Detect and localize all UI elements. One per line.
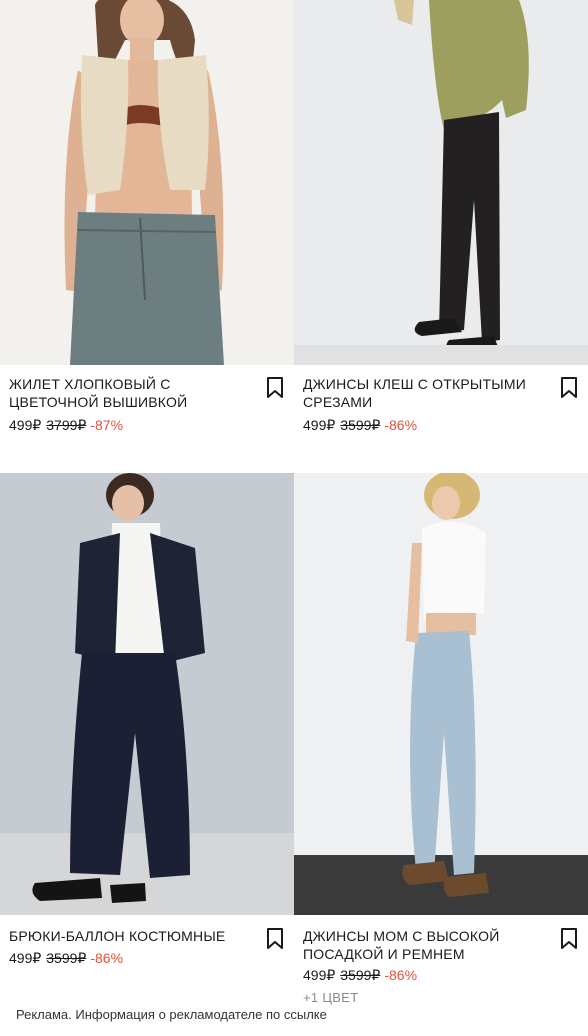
product-card-vest[interactable]: ЖИЛЕТ ХЛОПКОВЫЙ С ЦВЕТОЧНОЙ ВЫШИВКОЙ 499… (0, 0, 294, 470)
old-price: 3799₽ (46, 417, 87, 433)
price-row: 499₽ 3599₽ -86% (303, 966, 417, 984)
product-title[interactable]: ДЖИНСЫ МОМ С ВЫСОКОЙ ПОСАДКОЙ И РЕМНЕМ (303, 927, 553, 963)
product-title[interactable]: ДЖИНСЫ КЛЕШ С ОТКРЫТЫМИ СРЕЗАМИ (303, 375, 553, 411)
product-image-mom-jeans[interactable] (294, 473, 588, 915)
product-title[interactable]: ЖИЛЕТ ХЛОПКОВЫЙ С ЦВЕТОЧНОЙ ВЫШИВКОЙ (9, 375, 259, 411)
product-image-balloon-trousers[interactable] (0, 473, 294, 915)
current-price: 499₽ (9, 950, 42, 966)
product-image-vest[interactable] (0, 0, 294, 365)
old-price: 3599₽ (46, 950, 87, 966)
discount-badge: -87% (90, 417, 124, 433)
discount-badge: -86% (90, 950, 124, 966)
ad-disclosure-link[interactable]: Реклама. Информация о рекламодателе по с… (16, 1007, 327, 1022)
more-colors-label[interactable]: +1 ЦВЕТ (303, 990, 358, 1005)
product-photo-flare-jeans (294, 0, 588, 365)
price-row: 499₽ 3599₽ -86% (303, 416, 417, 434)
product-image-flare-jeans[interactable] (294, 0, 588, 365)
old-price: 3599₽ (340, 417, 381, 433)
discount-badge: -86% (384, 417, 418, 433)
current-price: 499₽ (303, 967, 336, 983)
product-card-balloon-trousers[interactable]: БРЮКИ-БАЛЛОН КОСТЮМНЫЕ 499₽ 3599₽ -86% (0, 473, 294, 993)
current-price: 499₽ (303, 417, 336, 433)
price-row: 499₽ 3799₽ -87% (9, 416, 123, 434)
current-price: 499₽ (9, 417, 42, 433)
product-photo-mom-jeans (294, 473, 588, 915)
product-card-flare-jeans[interactable]: ДЖИНСЫ КЛЕШ С ОТКРЫТЫМИ СРЕЗАМИ 499₽ 3599… (294, 0, 588, 470)
price-row: 499₽ 3599₽ -86% (9, 949, 123, 967)
old-price: 3599₽ (340, 967, 381, 983)
bookmark-icon[interactable] (266, 377, 284, 399)
bookmark-icon[interactable] (560, 928, 578, 950)
product-photo-vest (0, 0, 294, 365)
product-card-mom-jeans[interactable]: ДЖИНСЫ МОМ С ВЫСОКОЙ ПОСАДКОЙ И РЕМНЕМ 4… (294, 473, 588, 1005)
product-photo-balloon-trousers (0, 473, 294, 915)
discount-badge: -86% (384, 967, 418, 983)
bookmark-icon[interactable] (266, 928, 284, 950)
product-title[interactable]: БРЮКИ-БАЛЛОН КОСТЮМНЫЕ (9, 927, 259, 945)
bookmark-icon[interactable] (560, 377, 578, 399)
